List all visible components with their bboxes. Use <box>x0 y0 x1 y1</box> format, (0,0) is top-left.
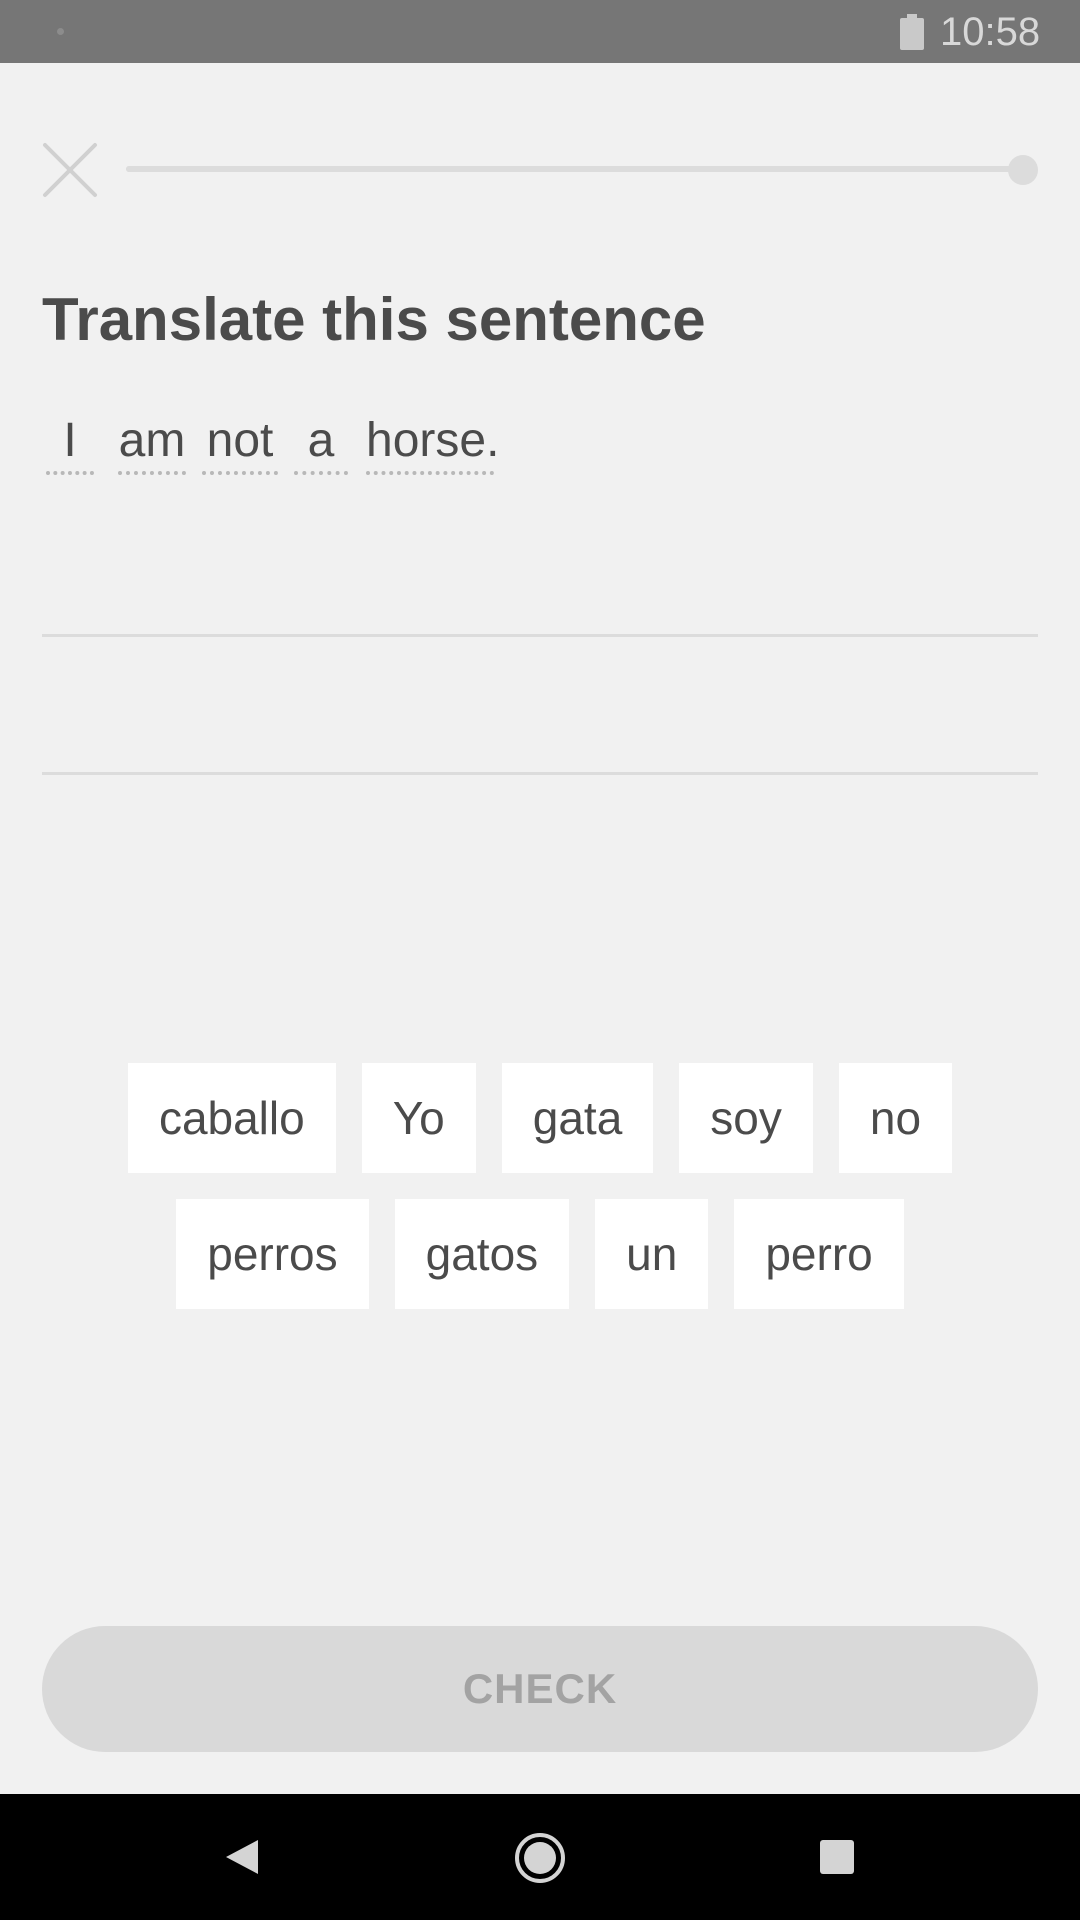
progress-fill <box>126 166 1024 172</box>
word-tile[interactable]: caballo <box>127 1063 336 1173</box>
close-icon[interactable] <box>42 142 98 198</box>
check-button[interactable]: CHECK <box>42 1626 1038 1752</box>
answer-line[interactable] <box>42 772 1038 775</box>
word-tile[interactable]: no <box>838 1063 953 1173</box>
word-bank-row: perros gatos un perro <box>0 1199 1080 1309</box>
status-time: 10:58 <box>940 10 1041 54</box>
prompt-word[interactable]: horse. <box>366 408 499 475</box>
prompt-word[interactable]: not <box>202 408 278 475</box>
progress-bar <box>126 166 1024 172</box>
word-bank: caballo Yo gata soy no perros gatos un p… <box>0 1063 1080 1335</box>
prompt-word[interactable]: a <box>294 408 348 475</box>
answer-line[interactable] <box>42 634 1038 637</box>
word-tile[interactable]: Yo <box>361 1063 476 1173</box>
battery-icon <box>900 14 924 50</box>
word-tile[interactable]: perro <box>734 1199 904 1309</box>
status-bar: 10:58 <box>0 0 1080 63</box>
progress-end-marker <box>1008 155 1038 185</box>
word-bank-row: caballo Yo gata soy no <box>0 1063 1080 1173</box>
word-tile[interactable]: soy <box>679 1063 813 1173</box>
notification-dot <box>57 28 64 35</box>
prompt-word[interactable]: am <box>118 408 186 475</box>
word-tile[interactable]: perros <box>176 1199 369 1309</box>
prompt-word[interactable]: I <box>46 408 94 475</box>
back-icon[interactable] <box>224 1838 260 1876</box>
recents-icon[interactable] <box>820 1840 854 1874</box>
word-tile[interactable]: gata <box>501 1063 654 1173</box>
home-icon[interactable] <box>514 1832 566 1884</box>
page-title: Translate this sentence <box>42 286 706 353</box>
word-tile[interactable]: un <box>595 1199 709 1309</box>
word-tile[interactable]: gatos <box>394 1199 570 1309</box>
